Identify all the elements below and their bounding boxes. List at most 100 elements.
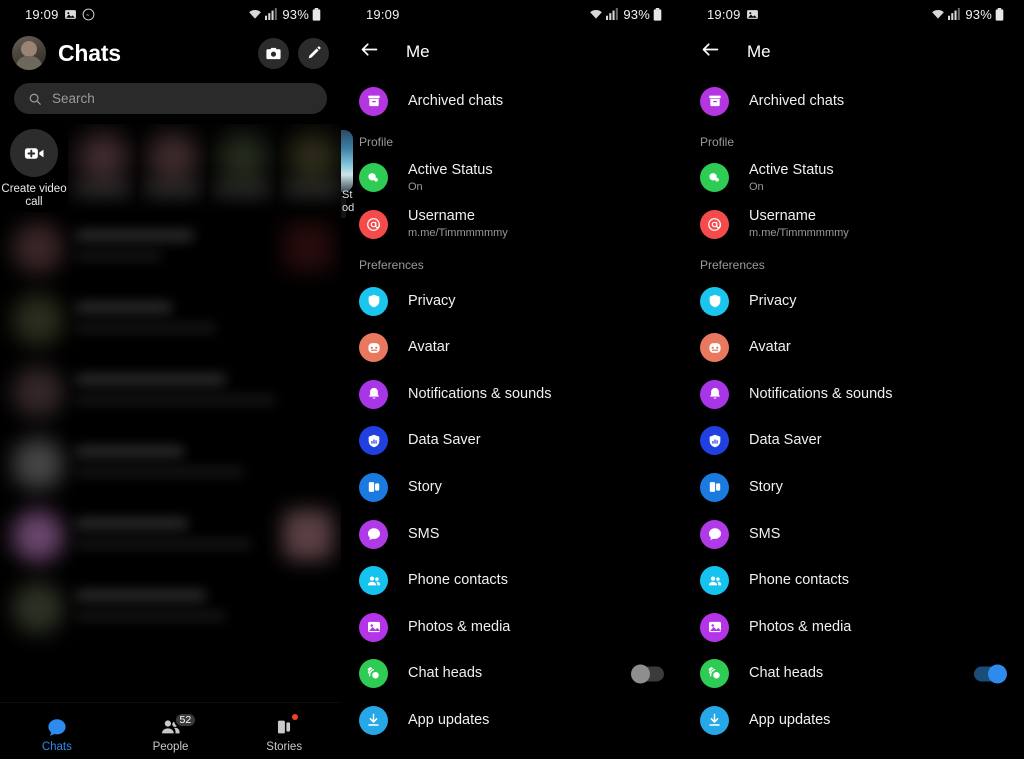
settings-row-app-updates[interactable]: App updates [682, 697, 1024, 744]
story-label-blurred [282, 182, 341, 198]
download-icon [359, 705, 388, 735]
chat-avatar-blurred [12, 222, 64, 274]
story-item[interactable] [138, 124, 208, 212]
me-header: Me [341, 28, 682, 76]
settings-row-story[interactable]: Story [682, 464, 1024, 511]
section-header-profile: Profile [700, 134, 735, 149]
chat-list-item[interactable] [0, 284, 341, 356]
settings-row-toggle[interactable] [974, 664, 1007, 684]
me-title: Me [747, 42, 771, 61]
settings-row-sms[interactable]: SMS [341, 511, 682, 558]
nav-item-chats[interactable]: Chats [0, 710, 114, 753]
story-item[interactable] [68, 124, 138, 212]
story-avatar-blurred [217, 132, 269, 184]
settings-row-texts: Chat heads [408, 665, 482, 682]
settings-row-chat-heads[interactable]: Chat heads [341, 651, 682, 698]
back-button[interactable] [700, 39, 721, 65]
settings-row-sublabel: On [408, 180, 423, 193]
create-video-call-button[interactable]: Create video call [0, 124, 68, 209]
nav-label: People [152, 740, 189, 753]
settings-row-username[interactable]: Username m.me/Timmmmmmy [682, 201, 1024, 248]
settings-row-archived-chats[interactable]: Archived chats [341, 78, 682, 125]
settings-row-sublabel: m.me/Timmmmmmy [408, 227, 508, 240]
contacts-icon [359, 566, 388, 596]
camera-button[interactable] [258, 37, 289, 69]
settings-row-label: Phone contacts [749, 572, 849, 589]
me-settings-list[interactable]: Archived chats Profile Active Status On User… [341, 76, 682, 744]
settings-row-username[interactable]: Username m.me/Timmmmmmy [341, 201, 682, 248]
chat-name-blurred [76, 590, 206, 601]
nav-item-people[interactable]: People 52 [114, 710, 228, 753]
me-settings-list[interactable]: Archived chats Profile Active Status On User… [682, 76, 1024, 744]
create-video-call-circle [10, 129, 58, 177]
story-label-blurred [142, 182, 202, 198]
settings-row-chat-heads[interactable]: Chat heads [682, 651, 1024, 698]
section-header-preferences: Preferences [359, 257, 424, 272]
settings-row-texts: Data Saver [749, 432, 822, 449]
settings-row-notifications-sounds[interactable]: Notifications & sounds [341, 371, 682, 418]
chat-preview-blurred [76, 539, 252, 549]
chat-preview-blurred [76, 611, 226, 621]
settings-row-texts: SMS [749, 526, 780, 543]
bottom-navigation[interactable]: Chats People 52 Stories [0, 702, 341, 759]
chat-list-item[interactable] [0, 212, 341, 284]
stories-row[interactable]: Create video call St od [0, 124, 341, 212]
settings-row-label: Phone contacts [408, 572, 508, 589]
settings-row-sublabel: m.me/Timmmmmmy [749, 227, 849, 240]
section-header-profile: Profile [359, 134, 394, 149]
chat-heads-icon [359, 659, 388, 689]
settings-row-data-saver[interactable]: Data Saver [682, 418, 1024, 465]
settings-row-privacy[interactable]: Privacy [341, 278, 682, 325]
image-icon [64, 8, 77, 21]
chat-list-item[interactable] [0, 356, 341, 428]
story-item[interactable] [208, 124, 278, 212]
settings-row-label: Active Status [408, 161, 493, 178]
settings-row-avatar[interactable]: Avatar [682, 324, 1024, 371]
story-avatar-blurred [287, 132, 339, 184]
settings-row-avatar[interactable]: Avatar [341, 324, 682, 371]
battery-icon [995, 7, 1004, 21]
settings-row-privacy[interactable]: Privacy [682, 278, 1024, 325]
status-bar-panel1: 19:09 93% [0, 0, 341, 28]
settings-row-data-saver[interactable]: Data Saver [341, 418, 682, 465]
settings-row-story[interactable]: Story [341, 464, 682, 511]
settings-row-photos-media[interactable]: Photos & media [341, 604, 682, 651]
contacts-icon [700, 566, 729, 596]
cellular-icon [948, 8, 961, 20]
chat-list[interactable] [0, 212, 341, 661]
search-input[interactable]: Search [14, 83, 327, 114]
settings-row-archived-chats[interactable]: Archived chats [682, 78, 1024, 125]
settings-row-phone-contacts[interactable]: Phone contacts [682, 557, 1024, 604]
nav-item-stories[interactable]: Stories [227, 710, 341, 753]
chat-list-item[interactable] [0, 500, 341, 572]
settings-row-label: Chat heads [408, 665, 483, 682]
compose-button[interactable] [298, 37, 329, 69]
chat-list-item[interactable] [0, 572, 341, 644]
story-avatar-blurred [77, 132, 129, 184]
section-header-preferences: Preferences [700, 257, 765, 272]
chat-list-item[interactable] [0, 428, 341, 500]
settings-row-active-status[interactable]: Active Status On [341, 155, 682, 202]
settings-row-texts: Username m.me/Timmmmmmy [749, 208, 849, 240]
at-sign-icon [700, 209, 729, 239]
wifi-icon [589, 8, 603, 20]
settings-row-phone-contacts[interactable]: Phone contacts [341, 557, 682, 604]
settings-row-sms[interactable]: SMS [682, 511, 1024, 558]
search-icon [29, 93, 41, 105]
photo-icon [700, 612, 729, 642]
wifi-icon [248, 8, 262, 20]
settings-row-texts: Privacy [408, 293, 456, 310]
settings-row-app-updates[interactable]: App updates [341, 697, 682, 744]
archive-icon [700, 86, 729, 116]
chat-thumbnail-blurred [283, 222, 333, 272]
settings-row-notifications-sounds[interactable]: Notifications & sounds [682, 371, 1024, 418]
settings-row-texts: Notifications & sounds [749, 386, 892, 403]
story-item[interactable] [278, 124, 341, 212]
settings-row-photos-media[interactable]: Photos & media [682, 604, 1024, 651]
chat-avatar-blurred [12, 510, 64, 562]
profile-avatar[interactable] [12, 36, 46, 70]
back-button[interactable] [359, 39, 380, 65]
settings-row-toggle[interactable] [631, 664, 664, 684]
shield-icon [700, 286, 729, 316]
settings-row-active-status[interactable]: Active Status On [682, 155, 1024, 202]
